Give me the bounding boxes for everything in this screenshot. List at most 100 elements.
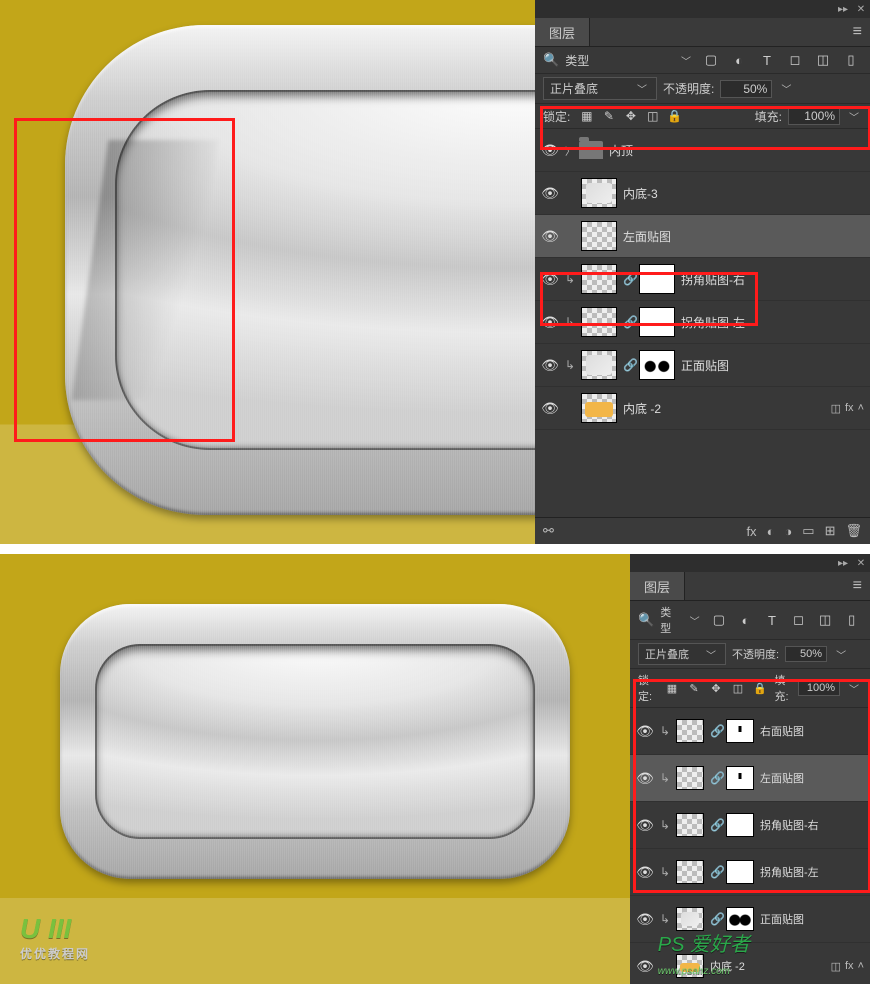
footer-group-icon[interactable]: ▭ [802,523,814,539]
footer-link-icon[interactable]: ⚯ [543,523,554,539]
chevron-down-icon[interactable]: ﹀ [846,681,862,696]
panel-tab-layers[interactable]: 图层 [535,18,590,46]
lock-artboard-icon[interactable]: ◫ [644,109,661,123]
visibility-icon[interactable]: 👁 [636,958,654,975]
clip-icon: ↳ [565,315,575,329]
visibility-icon[interactable]: 👁 [636,723,654,740]
lock-transparency-icon[interactable]: ▦ [664,682,681,695]
chevron-down-icon: ﹀ [634,81,650,96]
filter-pixel-icon[interactable]: ▢ [700,50,722,70]
layer-thumb [676,813,704,837]
lock-all-icon[interactable]: 🔒 [752,682,769,695]
footer-trash-icon[interactable]: 🗑 [845,523,862,539]
opacity-input[interactable]: 50% [785,646,827,662]
visibility-icon[interactable]: 👁 [541,228,559,245]
panel-collapse-bar[interactable]: ▸▸ ✕ [630,554,870,572]
layer-name: 拐角贴图-右 [681,271,864,288]
fill-label: 填充: [775,672,793,704]
clip-icon: ↳ [660,818,670,832]
layer-name: 正面贴图 [760,911,864,927]
filter-smart-icon[interactable]: ◫ [815,610,836,630]
visibility-icon[interactable]: 👁 [541,357,559,374]
visibility-icon[interactable]: 👁 [636,770,654,787]
panel-collapse-bar[interactable]: ▸▸ ✕ [535,0,870,18]
layer-item[interactable]: 👁 ↳ 🔗 拐角贴图-左 [630,849,870,896]
collapse-icon[interactable]: ▸▸ [838,558,848,568]
opacity-input[interactable]: 50% [720,80,772,98]
layer-item-selected[interactable]: 👁 左面贴图 [535,215,870,258]
filter-toggle-icon[interactable]: ▯ [841,610,862,630]
chevron-down-icon[interactable]: ﹀ [678,53,694,68]
fx-indicator[interactable]: ◫ fx ˄ [831,402,864,415]
filter-text-icon[interactable]: T [756,50,778,70]
close-icon[interactable]: ✕ [856,4,866,14]
layer-name: 左面贴图 [760,770,864,786]
layers-list[interactable]: 👁 〉 内顶 👁 内底-3 👁 左面贴图 👁 [535,129,870,517]
lock-position-icon[interactable]: ✥ [708,682,725,695]
layer-mask [639,350,675,380]
search-icon[interactable]: 🔍 [543,52,559,68]
visibility-icon[interactable]: 👁 [636,817,654,834]
clip-icon: ↳ [660,865,670,879]
panel-menu-icon[interactable]: ≡ [845,577,870,595]
blend-mode-select[interactable]: 正片叠底 ﹀ [638,643,726,665]
visibility-icon[interactable]: 👁 [541,142,559,159]
visibility-icon[interactable]: 👁 [636,911,654,928]
fill-input[interactable]: 100% [798,680,840,696]
lock-pixels-icon[interactable]: ✎ [600,109,617,123]
chevron-down-icon[interactable]: ﹀ [833,647,849,662]
collapse-icon[interactable]: ▸▸ [838,4,848,14]
opacity-value: 50% [800,648,822,660]
lock-artboard-icon[interactable]: ◫ [730,682,747,695]
filter-pixel-icon[interactable]: ▢ [709,610,730,630]
layer-thumb [676,860,704,884]
filter-smart-icon[interactable]: ◫ [812,50,834,70]
filter-toggle-icon[interactable]: ▯ [840,50,862,70]
fx-indicator[interactable]: ◫ fx ˄ [831,960,864,973]
visibility-icon[interactable]: 👁 [636,864,654,881]
visibility-icon[interactable]: 👁 [541,271,559,288]
expand-icon[interactable]: 〉 [565,143,573,158]
filter-adjust-icon[interactable]: ◐ [735,610,756,630]
footer-new-icon[interactable]: ⊞ [825,523,836,539]
lock-pixels-icon[interactable]: ✎ [686,682,703,695]
close-icon[interactable]: ✕ [856,558,866,568]
link-icon: 🔗 [710,818,720,832]
chevron-down-icon[interactable]: ﹀ [687,613,703,628]
footer-fx-icon[interactable]: fx [746,524,756,539]
link-icon: 🔗 [710,865,720,879]
layer-item[interactable]: 👁 ↳ 🔗 拐角贴图-左 [535,301,870,344]
filter-type-label[interactable]: 类型 [565,52,672,69]
layer-mask [726,813,754,837]
lock-position-icon[interactable]: ✥ [622,109,639,123]
layer-item[interactable]: 👁 ↳ 🔗 拐角贴图-右 [535,258,870,301]
filter-shape-icon[interactable]: ◻ [784,50,806,70]
folder-icon [579,141,603,159]
layer-item[interactable]: 👁 ↳ 🔗 正面贴图 [535,344,870,387]
canvas-bottom: U III 优优教程网 [0,554,630,984]
filter-adjust-icon[interactable]: ◐ [728,50,750,70]
layer-item-selected[interactable]: 👁 ↳ 🔗 左面贴图 [630,755,870,802]
footer-mask-icon[interactable]: ◐ [767,524,775,539]
lock-transparency-icon[interactable]: ▦ [578,109,595,123]
filter-shape-icon[interactable]: ◻ [788,610,809,630]
visibility-icon[interactable]: 👁 [541,185,559,202]
fill-input[interactable]: 100% [788,107,840,125]
layer-item[interactable]: 👁 ↳ 🔗 拐角贴图-右 [630,802,870,849]
filter-text-icon[interactable]: T [762,610,783,630]
layer-item[interactable]: 👁 内底-3 [535,172,870,215]
panel-menu-icon[interactable]: ≡ [845,23,870,41]
visibility-icon[interactable]: 👁 [541,400,559,417]
filter-type-label[interactable]: 类型 [660,604,680,636]
chevron-down-icon[interactable]: ﹀ [778,81,794,96]
panel-tab-layers[interactable]: 图层 [630,572,685,600]
blend-mode-select[interactable]: 正片叠底 ﹀ [543,77,657,100]
lock-all-icon[interactable]: 🔒 [666,109,683,123]
layer-item[interactable]: 👁 〉 内顶 [535,129,870,172]
layer-item[interactable]: 👁 ↳ 🔗 右面贴图 [630,708,870,755]
visibility-icon[interactable]: 👁 [541,314,559,331]
search-icon[interactable]: 🔍 [638,612,654,628]
footer-adjust-icon[interactable]: ◑ [784,524,792,539]
layer-item[interactable]: 👁 内底 -2 ◫ fx ˄ [535,387,870,430]
chevron-down-icon[interactable]: ﹀ [846,109,862,124]
